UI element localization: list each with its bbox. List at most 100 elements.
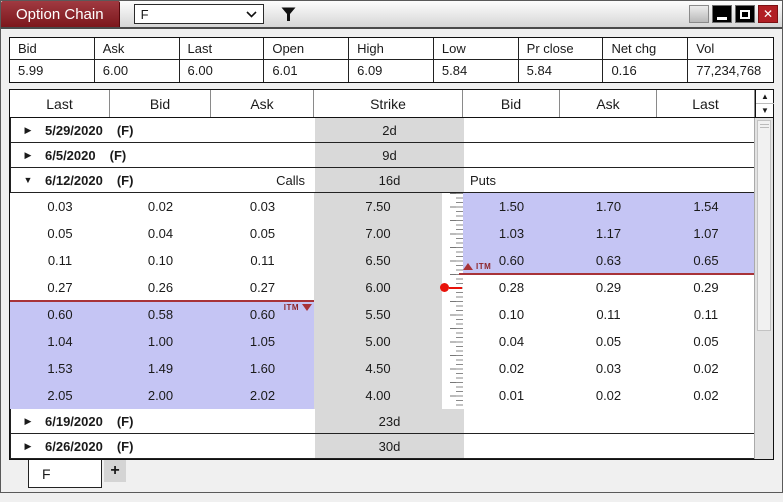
strike-row[interactable]: 0.030.020.037.501.501.701.54: [10, 193, 755, 220]
strike-row[interactable]: 0.270.260.276.000.280.290.29: [10, 274, 755, 301]
put-cell[interactable]: 0.02: [463, 355, 560, 382]
titlebar[interactable]: Option Chain F ✕: [1, 1, 782, 29]
strike-cell[interactable]: 7.00: [314, 220, 442, 247]
scrollbar-thumb[interactable]: [757, 120, 771, 331]
chain-column-header[interactable]: Bid: [463, 90, 560, 117]
expand-arrow-icon[interactable]: ▶: [11, 150, 45, 161]
put-cell[interactable]: 0.05: [560, 328, 657, 355]
filter-button[interactable]: [278, 4, 300, 24]
expiration-row[interactable]: ▶6/26/2020(F)30d: [10, 434, 755, 459]
call-cell[interactable]: 0.58: [110, 301, 211, 328]
call-cell[interactable]: 0.03: [10, 193, 110, 220]
strike-row[interactable]: 0.600.580.605.500.100.110.11: [10, 301, 755, 328]
collapse-arrow-icon[interactable]: ▼: [11, 175, 45, 185]
put-cell[interactable]: 0.02: [657, 355, 755, 382]
call-cell[interactable]: 0.05: [10, 220, 110, 247]
chain-column-header[interactable]: Last: [10, 90, 110, 117]
strike-row[interactable]: 0.110.100.116.500.600.630.65: [10, 247, 755, 274]
tab-f-label: F: [42, 466, 51, 482]
put-cell[interactable]: 0.11: [657, 301, 755, 328]
strike-cell[interactable]: 6.50: [314, 247, 442, 274]
call-cell[interactable]: 0.26: [110, 274, 211, 301]
put-cell[interactable]: 0.29: [657, 274, 755, 301]
put-cell[interactable]: 0.02: [560, 382, 657, 409]
call-cell[interactable]: 0.04: [110, 220, 211, 247]
put-cell[interactable]: 0.10: [463, 301, 560, 328]
days-to-expiry: 23d: [315, 409, 464, 433]
expand-arrow-icon[interactable]: ▶: [11, 416, 45, 427]
put-cell[interactable]: 1.50: [463, 193, 560, 220]
call-cell[interactable]: 2.05: [10, 382, 110, 409]
scroll-down-button[interactable]: ▼: [756, 104, 774, 117]
expand-arrow-icon[interactable]: ▶: [11, 125, 45, 136]
chain-column-header[interactable]: Ask: [560, 90, 657, 117]
call-cell[interactable]: 1.00: [110, 328, 211, 355]
put-cell[interactable]: 1.17: [560, 220, 657, 247]
expiration-root: (F): [117, 439, 134, 454]
call-cell[interactable]: 0.11: [211, 247, 314, 274]
put-cell[interactable]: 0.05: [657, 328, 755, 355]
call-cell[interactable]: 2.02: [211, 382, 314, 409]
vertical-scrollbar[interactable]: [754, 118, 773, 459]
call-cell[interactable]: 1.05: [211, 328, 314, 355]
chevron-down-icon: [246, 11, 257, 18]
expand-arrow-icon[interactable]: ▶: [11, 441, 45, 452]
expiration-row[interactable]: ▶6/5/2020(F)9d: [10, 143, 755, 168]
chain-column-header[interactable]: Last: [657, 90, 755, 117]
call-cell[interactable]: 0.27: [10, 274, 110, 301]
strike-cell[interactable]: 4.50: [314, 355, 442, 382]
call-cell[interactable]: 0.11: [10, 247, 110, 274]
symbol-dropdown[interactable]: F: [134, 4, 264, 24]
quote-value-cell: 0.16: [603, 60, 688, 82]
expiration-row[interactable]: ▶5/29/2020(F)2d: [10, 118, 755, 143]
put-cell[interactable]: 0.01: [463, 382, 560, 409]
call-cell[interactable]: 1.60: [211, 355, 314, 382]
quote-bar: BidAskLastOpenHighLowPr closeNet chgVol …: [9, 37, 774, 83]
call-cell[interactable]: 0.10: [110, 247, 211, 274]
put-cell[interactable]: 1.54: [657, 193, 755, 220]
call-cell[interactable]: 0.60: [10, 301, 110, 328]
put-cell[interactable]: 1.70: [560, 193, 657, 220]
call-cell[interactable]: 1.53: [10, 355, 110, 382]
put-cell[interactable]: 0.29: [560, 274, 657, 301]
put-cell[interactable]: 0.11: [560, 301, 657, 328]
expiration-row[interactable]: ▶6/19/2020(F)23d: [10, 409, 755, 434]
minimize-button[interactable]: [712, 5, 732, 23]
strike-row[interactable]: 0.050.040.057.001.031.171.07: [10, 220, 755, 247]
strike-row[interactable]: 2.052.002.024.000.010.020.02: [10, 382, 755, 409]
put-cell[interactable]: 0.03: [560, 355, 657, 382]
put-cell[interactable]: 0.28: [463, 274, 560, 301]
add-tab-button[interactable]: +: [104, 460, 126, 482]
put-cell[interactable]: 1.07: [657, 220, 755, 247]
call-cell[interactable]: 0.02: [110, 193, 211, 220]
call-cell[interactable]: 0.27: [211, 274, 314, 301]
quote-header-cell: Vol: [688, 38, 773, 60]
put-cell[interactable]: 0.63: [560, 247, 657, 274]
chain-column-header[interactable]: Bid: [110, 90, 211, 117]
call-cell[interactable]: 2.00: [110, 382, 211, 409]
put-cell[interactable]: 0.65: [657, 247, 755, 274]
window-extra-button[interactable]: [689, 5, 709, 23]
scroll-up-button[interactable]: ▲: [756, 90, 774, 104]
put-cell[interactable]: 0.02: [657, 382, 755, 409]
strike-cell[interactable]: 4.00: [314, 382, 442, 409]
expiration-row[interactable]: ▼6/12/2020(F)Calls16dPuts: [10, 168, 755, 193]
maximize-button[interactable]: [735, 5, 755, 23]
chain-column-header[interactable]: Ask: [211, 90, 314, 117]
tab-f[interactable]: F: [28, 460, 102, 488]
call-cell[interactable]: 1.49: [110, 355, 211, 382]
strike-cell[interactable]: 5.00: [314, 328, 442, 355]
put-cell[interactable]: 0.04: [463, 328, 560, 355]
call-itm-label: ITM: [250, 303, 312, 312]
strike-row[interactable]: 1.041.001.055.000.040.050.05: [10, 328, 755, 355]
close-button[interactable]: ✕: [758, 5, 778, 23]
call-cell[interactable]: 0.03: [211, 193, 314, 220]
call-cell[interactable]: 0.05: [211, 220, 314, 247]
strike-row[interactable]: 1.531.491.604.50 0.020.030.02: [10, 355, 755, 382]
call-cell[interactable]: 1.04: [10, 328, 110, 355]
strike-cell[interactable]: 6.00: [314, 274, 442, 301]
strike-cell[interactable]: 7.50: [314, 193, 442, 220]
put-cell[interactable]: 1.03: [463, 220, 560, 247]
chain-column-header[interactable]: Strike: [314, 90, 463, 117]
strike-cell[interactable]: 5.50: [314, 301, 442, 328]
